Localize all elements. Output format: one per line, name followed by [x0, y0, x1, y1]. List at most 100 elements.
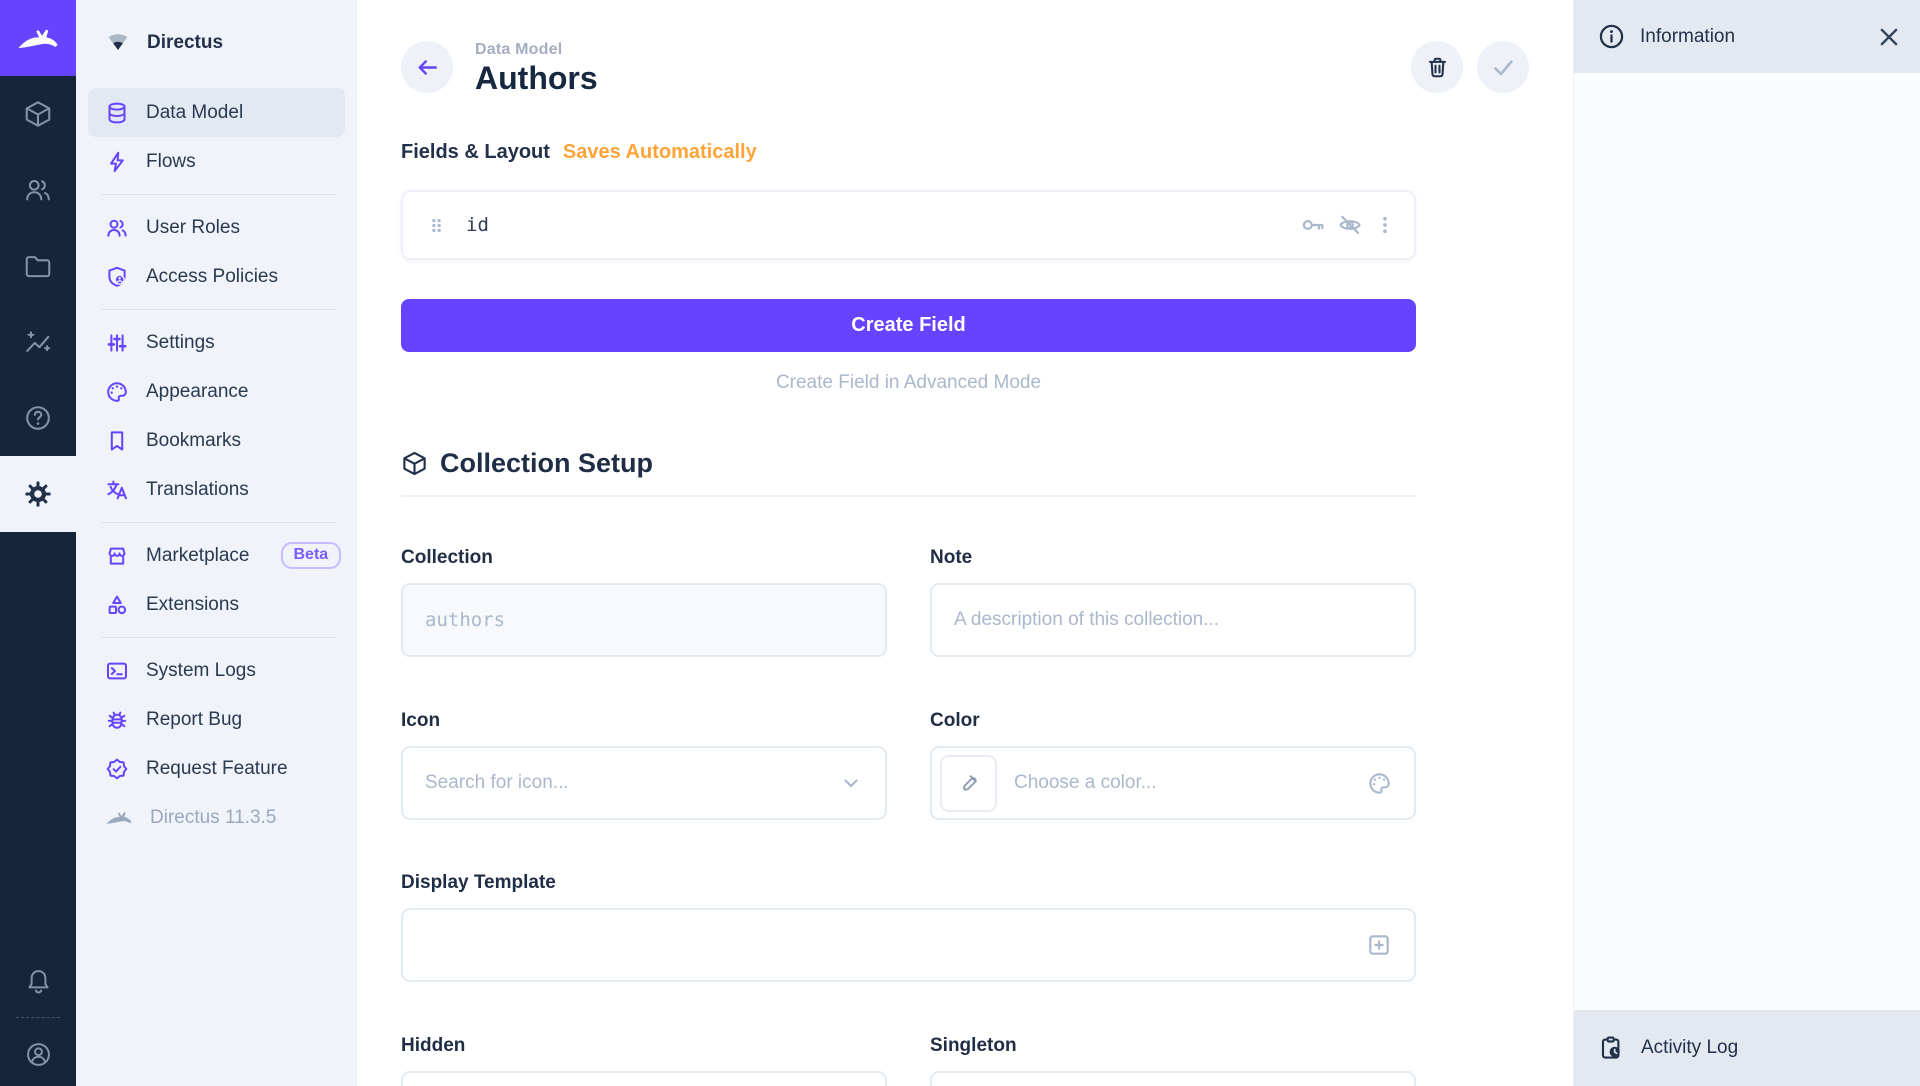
singleton-field-group: Singleton	[930, 1035, 1416, 1086]
module-settings[interactable]	[0, 456, 76, 532]
module-users[interactable]	[0, 152, 76, 228]
nav-divider	[102, 309, 337, 310]
field-row-icons	[1300, 212, 1396, 238]
nav-item-label: System Logs	[146, 660, 256, 682]
module-files[interactable]	[0, 228, 76, 304]
info-icon	[1598, 23, 1625, 50]
fields-layout-label: Fields & Layout	[401, 141, 550, 164]
nav-item-system-logs[interactable]: System Logs	[88, 646, 345, 695]
nav-divider	[102, 194, 337, 195]
chevron-down-icon[interactable]	[839, 771, 863, 795]
save-button[interactable]	[1477, 41, 1529, 93]
collection-setup-title: Collection Setup	[440, 448, 653, 479]
nav-item-request-feature[interactable]: Request Feature	[88, 744, 345, 793]
info-sidebar-body	[1574, 73, 1920, 1010]
eyedropper-icon	[957, 771, 981, 795]
bell-icon	[24, 967, 53, 996]
nav-divider	[102, 522, 337, 523]
activity-log-button[interactable]: Activity Log	[1574, 1010, 1920, 1086]
nav-item-label: Extensions	[146, 594, 239, 616]
plus-box-icon[interactable]	[1366, 932, 1392, 958]
field-name: id	[466, 214, 489, 236]
activity-log-label: Activity Log	[1641, 1037, 1738, 1059]
breadcrumb[interactable]: Data Model	[475, 41, 598, 59]
nav-item-extensions[interactable]: Extensions	[88, 580, 345, 629]
note-input[interactable]	[954, 609, 1392, 631]
nav-item-user-roles[interactable]: User Roles	[88, 203, 345, 252]
kebab-menu-icon[interactable]	[1374, 214, 1396, 236]
form-row-collection-note: Collection Note	[401, 547, 1416, 657]
module-help[interactable]	[0, 380, 76, 456]
info-sidebar-header: Information	[1574, 0, 1920, 73]
fields-layout-row: Fields & Layout Saves Automatically	[401, 141, 1416, 164]
notifications-button[interactable]	[0, 949, 76, 1013]
module-bar-spacer	[0, 532, 76, 949]
bolt-icon	[105, 150, 129, 174]
storefront-icon	[105, 544, 129, 568]
close-sidebar-button[interactable]	[1876, 24, 1902, 50]
folder-icon	[23, 251, 53, 281]
nav-item-translations[interactable]: Translations	[88, 465, 345, 514]
account-button[interactable]	[0, 1022, 76, 1086]
nav-item-appearance[interactable]: Appearance	[88, 367, 345, 416]
terminal-icon	[105, 659, 129, 683]
directus-rabbit-icon	[16, 23, 60, 53]
singleton-label: Singleton	[930, 1035, 1416, 1057]
field-row-id[interactable]: id	[401, 190, 1416, 260]
icon-field-group: Icon	[401, 710, 887, 820]
signal-fan-icon	[104, 29, 132, 57]
nav-item-access-policies[interactable]: Access Policies	[88, 252, 345, 301]
user-circle-icon	[24, 1040, 53, 1069]
color-input-wrap	[930, 746, 1416, 820]
nav-item-bookmarks[interactable]: Bookmarks	[88, 416, 345, 465]
nav-item-label: Settings	[146, 332, 215, 354]
advanced-mode-link[interactable]: Create Field in Advanced Mode	[401, 372, 1416, 394]
section-divider	[401, 495, 1416, 497]
beta-badge: Beta	[281, 542, 342, 569]
directus-logo[interactable]	[0, 0, 76, 76]
gear-icon	[23, 479, 53, 509]
nav-item-settings[interactable]: Settings	[88, 318, 345, 367]
module-insights[interactable]	[0, 304, 76, 380]
collection-label: Collection	[401, 547, 887, 569]
main-content: Data Model Authors Fields & Layout Saves…	[357, 0, 1573, 1086]
nav-item-label: User Roles	[146, 217, 240, 239]
page-header: Data Model Authors	[401, 41, 1573, 97]
module-content[interactable]	[0, 76, 76, 152]
collection-field-group: Collection	[401, 547, 887, 657]
note-input-wrap	[930, 583, 1416, 657]
create-field-button[interactable]: Create Field	[401, 299, 1416, 352]
check-icon	[1490, 54, 1516, 80]
collection-setup-heading: Collection Setup	[401, 448, 1416, 479]
collection-input	[425, 609, 863, 631]
icon-search-input[interactable]	[425, 772, 827, 794]
color-input[interactable]	[1014, 772, 1355, 794]
form-row-hidden-singleton: Hidden Singleton	[401, 1035, 1416, 1086]
delete-collection-button[interactable]	[1411, 41, 1463, 93]
hidden-field-group: Hidden	[401, 1035, 887, 1086]
nav-item-label: Access Policies	[146, 266, 278, 288]
trash-icon	[1425, 55, 1450, 80]
palette-icon[interactable]	[1367, 771, 1392, 796]
close-icon	[1876, 24, 1902, 50]
nav-item-flows[interactable]: Flows	[88, 137, 345, 186]
help-icon	[23, 403, 53, 433]
nav-item-report-bug[interactable]: Report Bug	[88, 695, 345, 744]
nav-item-label: Data Model	[146, 102, 243, 124]
box-icon	[401, 450, 428, 477]
project-header[interactable]: Directus	[76, 0, 357, 86]
display-template-input[interactable]	[425, 934, 1354, 956]
badge-check-icon	[105, 757, 129, 781]
sliders-icon	[105, 331, 129, 355]
nav-item-data-model[interactable]: Data Model	[88, 88, 345, 137]
hidden-label: Hidden	[401, 1035, 887, 1057]
module-bar	[0, 0, 76, 1086]
insights-icon	[23, 327, 53, 357]
drag-handle-icon[interactable]	[426, 215, 447, 236]
nav-item-marketplace[interactable]: Marketplace Beta	[88, 531, 345, 580]
back-button[interactable]	[401, 41, 453, 93]
nav-list: Data Model Flows User Roles Access Polic…	[76, 86, 357, 842]
hidden-input-wrap	[401, 1071, 887, 1086]
eyedropper-button[interactable]	[940, 755, 997, 812]
page-title: Authors	[475, 60, 598, 97]
